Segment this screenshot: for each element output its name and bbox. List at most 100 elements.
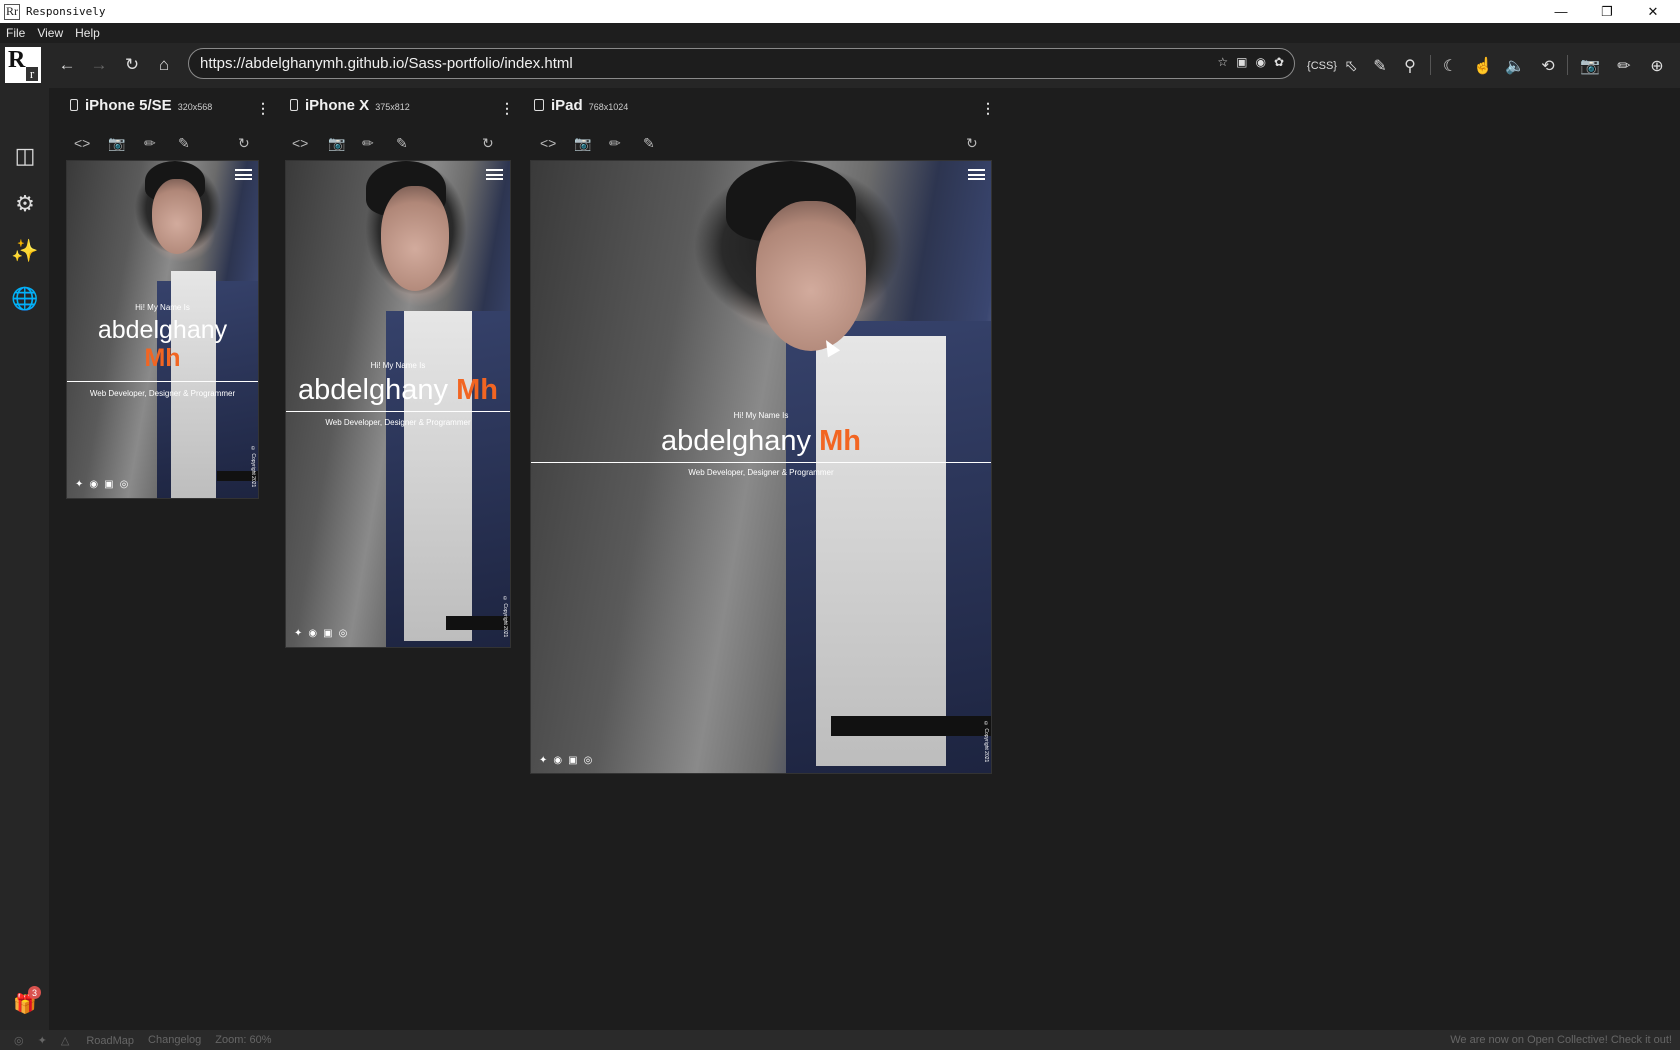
device-menu-icon[interactable]: ⋮ [981, 100, 995, 117]
restore-button[interactable]: ❐ [1584, 0, 1630, 23]
window-titlebar: Rr Responsively — ❐ ✕ [0, 0, 1680, 23]
instagram-icon[interactable]: ▣ [323, 628, 332, 639]
rotate-icon[interactable]: ↻ [482, 135, 494, 152]
social-links: ✦ ◉ ▣ ◎ [539, 755, 592, 766]
github-icon[interactable]: ◎ [14, 1034, 24, 1047]
extensions-puzzle-icon[interactable]: ✨ [9, 235, 41, 267]
reload-icon[interactable]: ↻ [120, 53, 144, 77]
inspect-element-icon[interactable]: ⬁ [1339, 54, 1363, 78]
app-icon: Rr [4, 3, 20, 20]
edit-icon[interactable]: ✎ [1368, 54, 1392, 78]
url-text[interactable]: https://abdelghanymh.github.io/Sass-port… [200, 55, 573, 72]
eyedropper-icon[interactable]: ✏ [362, 135, 374, 152]
dark-mode-icon[interactable]: ☾ [1438, 54, 1462, 78]
zoom-in-icon[interactable]: ⊕ [1645, 54, 1669, 78]
rotate-devices-icon[interactable]: ⟲ [1536, 54, 1560, 78]
twitter-icon[interactable]: ✦ [539, 755, 547, 766]
facebook-icon[interactable]: ◉ [89, 479, 98, 490]
device-name: iPad [551, 97, 583, 114]
hero-name: abdelghany Mh [298, 374, 498, 406]
device-viewport[interactable]: Hi! My Name Is abdelghany Mh Web Develope… [66, 160, 259, 499]
copyright-text: © Copyright 2021 [502, 596, 508, 638]
facebook-icon[interactable]: ◉ [553, 755, 562, 766]
device-header: iPad 768x1024 [534, 97, 628, 121]
device-header: iPhone X 375x812 [290, 97, 410, 121]
network-globe-icon[interactable]: 🌐 [9, 283, 41, 315]
open-collective-notice[interactable]: We are now on Open Collective! Check it … [1450, 1034, 1672, 1046]
edit-icon[interactable]: ✎ [643, 135, 655, 152]
code-icon[interactable]: <> [540, 135, 556, 151]
twitter-icon[interactable]: ✦ [294, 628, 302, 639]
css-inject-icon[interactable]: {CSS} [1305, 54, 1339, 78]
screenshot-icon[interactable]: 📷 [328, 135, 345, 152]
close-button[interactable]: ✕ [1630, 0, 1676, 23]
hero-divider [67, 381, 258, 382]
forward-arrow-icon[interactable]: → [87, 53, 111, 77]
greeting-text: Hi! My Name Is [370, 361, 426, 370]
facebook-icon[interactable]: ◉ [308, 628, 317, 639]
copyright-text: © Copyright 2021 [983, 721, 989, 763]
role-text: Web Developer, Designer & Programmer [89, 389, 236, 398]
menu-bar: File View Help [0, 23, 1680, 43]
zoom-area-icon[interactable]: ⚲ [1398, 54, 1422, 78]
hamburger-menu-icon[interactable] [235, 169, 252, 180]
clear-cookies-icon[interactable]: ◉ [1255, 55, 1265, 69]
greeting-text: Hi! My Name Is [733, 411, 789, 420]
code-icon[interactable]: <> [74, 135, 90, 151]
minimize-button[interactable]: — [1538, 0, 1584, 23]
screenshot-icon[interactable]: 📷 [108, 135, 125, 152]
touch-icon[interactable]: ☝ [1471, 54, 1495, 78]
twitter-icon[interactable]: ✦ [75, 479, 83, 490]
tablet-icon [534, 99, 544, 111]
bookmark-star-icon[interactable]: ☆ [1217, 55, 1228, 69]
eyedropper-icon[interactable]: ✏ [144, 135, 156, 152]
hamburger-menu-icon[interactable] [486, 169, 503, 180]
roadmap-link[interactable]: △ RoadMap [61, 1034, 134, 1047]
device-viewport[interactable]: Hi! My Name Is abdelghany Mh Web Develop… [285, 160, 511, 648]
device-menu-icon[interactable]: ⋮ [500, 100, 514, 117]
device-menu-icon[interactable]: ⋮ [256, 100, 270, 117]
mute-audio-icon[interactable]: 🔈 [1503, 54, 1527, 78]
photo-face [152, 179, 202, 254]
device-viewport[interactable]: Hi! My Name Is abdelghany Mh Web Develop… [530, 160, 992, 774]
edit-icon[interactable]: ✎ [396, 135, 408, 152]
delete-storage-icon[interactable]: ▣ [1236, 55, 1247, 69]
screenshot-icon[interactable]: 📷 [574, 135, 591, 152]
eyedropper-icon[interactable]: ✏ [609, 135, 621, 152]
instagram-icon[interactable]: ▣ [104, 479, 113, 490]
address-bar[interactable]: https://abdelghanymh.github.io/Sass-port… [188, 48, 1295, 79]
copyright-text: © Copyright 2021 [250, 446, 256, 488]
github-icon[interactable]: ◎ [120, 479, 129, 490]
hero-name: abdelghany Mh [97, 316, 228, 372]
gift-badge: 3 [28, 986, 41, 999]
back-arrow-icon[interactable]: ← [55, 53, 79, 77]
rotate-icon[interactable]: ↻ [966, 135, 978, 152]
menu-view[interactable]: View [37, 26, 63, 40]
hero-divider [286, 411, 510, 412]
hamburger-menu-icon[interactable] [968, 169, 985, 180]
home-icon[interactable]: ⌂ [152, 53, 176, 77]
twitter-icon[interactable]: ✦ [38, 1034, 47, 1047]
toolbar-divider [1430, 55, 1431, 75]
rotate-icon[interactable]: ↻ [238, 135, 250, 152]
role-text: Web Developer, Designer & Programmer [688, 468, 834, 477]
code-icon[interactable]: <> [292, 135, 308, 151]
main-toolbar: Rr ← → ↻ ⌂ https://abdelghanymh.github.i… [0, 43, 1680, 88]
github-icon[interactable]: ◎ [339, 628, 348, 639]
left-sidebar: ◫ ⚙ ✨ 🌐 🎁 3 [0, 88, 49, 1030]
settings-gear-icon[interactable]: ⚙ [9, 188, 41, 220]
screenshot-icon[interactable]: 📷 [1578, 54, 1602, 78]
social-links: ✦ ◉ ▣ ◎ [75, 479, 128, 490]
menu-help[interactable]: Help [75, 26, 100, 40]
clear-cache-icon[interactable]: ✿ [1274, 55, 1284, 69]
edit-icon[interactable]: ✎ [178, 135, 190, 152]
devices-icon[interactable]: ◫ [9, 140, 41, 172]
instagram-icon[interactable]: ▣ [568, 755, 577, 766]
changelog-link[interactable]: Changelog [148, 1034, 201, 1046]
address-bar-actions: ☆ ▣ ◉ ✿ [1217, 55, 1284, 69]
hero-name: abdelghany Mh [661, 425, 861, 457]
eyedropper-icon[interactable]: ✏ [1612, 54, 1636, 78]
role-text: Web Developer, Designer & Programmer [325, 418, 471, 427]
menu-file[interactable]: File [6, 26, 25, 40]
github-icon[interactable]: ◎ [584, 755, 593, 766]
